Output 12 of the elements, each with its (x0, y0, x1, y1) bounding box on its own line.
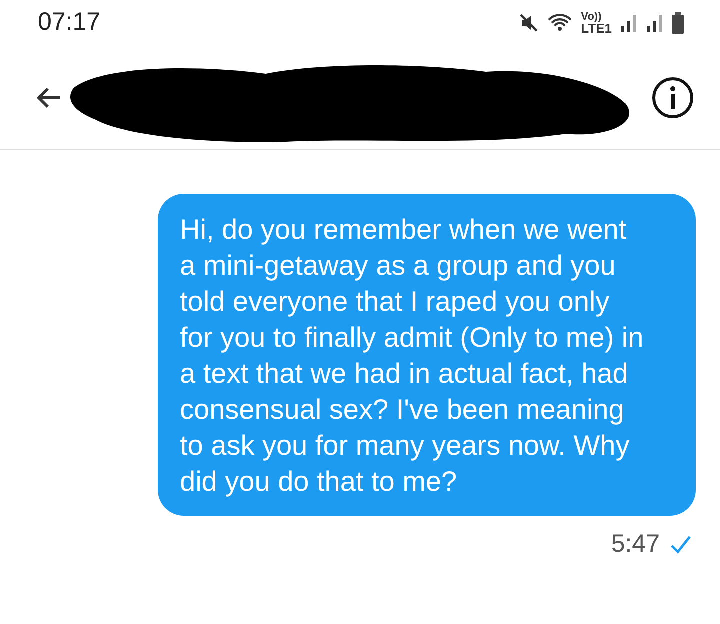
back-arrow-icon[interactable] (36, 86, 62, 110)
mute-icon (519, 13, 540, 33)
signal-icon (646, 13, 664, 33)
status-time: 07:17 (38, 7, 101, 38)
lte-label: LTE1 (581, 23, 612, 34)
info-icon[interactable] (652, 76, 694, 118)
message-time: 5:47 (611, 529, 660, 560)
signal-icon (620, 13, 638, 33)
volte-label: Vo)) (581, 12, 603, 23)
wifi-icon (547, 12, 574, 34)
battery-icon (672, 12, 684, 34)
message-text: Hi, do you remember when we went a mini-getaway as a group and you told everyone that I raped you only for you to finally admit (Only to me) in a text that we had in actual fact, had consensual sex? I've been meaning to ask you for many years now. Why did you do that to me? (180, 214, 644, 497)
